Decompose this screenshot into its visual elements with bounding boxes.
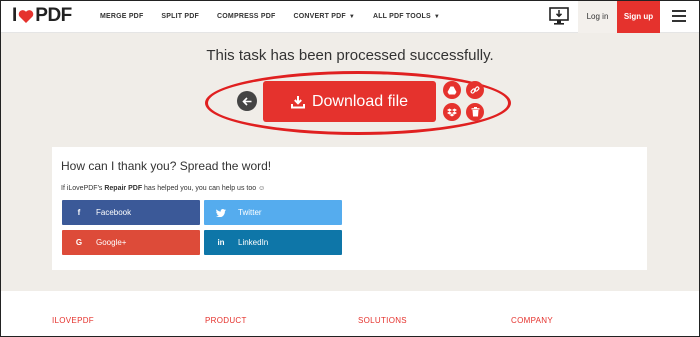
linkedin-label: LinkedIn [238,238,269,247]
facebook-share-button[interactable]: f Facebook [62,200,200,225]
linkedin-icon: in [217,238,225,247]
nav-convert-pdf-label: CONVERT PDF [293,13,346,20]
google-plus-label: Google+ [96,238,127,247]
download-file-label: Download file [311,92,409,110]
heart-icon [19,9,34,23]
link-icon [470,86,480,94]
top-header: I PDF MERGE PDF SPLIT PDF COMPRESS PDF C… [0,0,700,33]
footer-heading-ilovepdf[interactable]: ILOVEPDF [52,316,94,325]
twitter-label: Twitter [238,208,262,217]
delete-file-button[interactable] [466,103,484,121]
chevron-down-icon: ▼ [348,13,355,20]
share-subtitle-pre: If iLovePDF's [61,185,105,192]
facebook-label: Facebook [96,208,132,217]
nav-split-pdf-label: SPLIT PDF [161,13,200,20]
ilovepdf-logo[interactable]: I PDF [12,6,72,26]
nav-all-pdf-tools[interactable]: ALL PDF TOOLS ▼ [373,13,440,20]
nav-merge-pdf-label: MERGE PDF [100,13,144,20]
trash-icon [471,107,479,117]
share-link-button[interactable] [466,81,484,99]
desktop-download-icon[interactable] [549,7,569,25]
footer-heading-product[interactable]: PRODUCT [205,316,247,325]
google-plus-share-button[interactable]: G Google+ [62,230,200,255]
google-drive-icon [447,86,457,94]
download-file-button[interactable]: Download file [263,81,436,122]
login-button[interactable]: Log in [578,0,617,33]
share-subtitle-tool: Repair PDF [104,185,143,192]
main-nav: MERGE PDF SPLIT PDF COMPRESS PDF CONVERT… [100,0,458,33]
site-footer: ILOVEPDF PRODUCT SOLUTIONS COMPANY [0,291,700,337]
share-subtitle-post: has helped you, you can help us too ☺ [142,185,266,192]
facebook-icon: f [77,208,81,217]
twitter-icon [204,208,238,217]
share-title: How can I thank you? Spread the word! [61,159,272,173]
twitter-share-button[interactable]: Twitter [204,200,342,225]
download-icon [290,95,305,108]
back-button[interactable] [237,91,257,111]
share-subtitle: If iLovePDF's Repair PDF has helped you,… [61,185,265,192]
nav-merge-pdf[interactable]: MERGE PDF [100,13,143,20]
hamburger-menu-icon[interactable] [672,10,686,22]
linkedin-share-button[interactable]: in LinkedIn [204,230,342,255]
nav-all-pdf-tools-label: ALL PDF TOOLS [372,13,431,20]
success-message: This task has been processed successfull… [206,47,494,64]
dropbox-icon [447,108,457,116]
footer-heading-company[interactable]: COMPANY [511,316,553,325]
logo-letters-pdf: PDF [35,5,72,26]
chevron-down-icon: ▼ [433,13,441,20]
nav-compress-pdf[interactable]: COMPRESS PDF [217,13,275,20]
signup-button[interactable]: Sign up [617,0,660,33]
google-drive-button[interactable] [443,81,461,99]
dropbox-button[interactable] [443,103,461,121]
nav-convert-pdf[interactable]: CONVERT PDF ▼ [293,13,355,20]
share-card: How can I thank you? Spread the word! If… [52,147,647,270]
footer-heading-solutions[interactable]: SOLUTIONS [358,316,407,325]
nav-compress-pdf-label: COMPRESS PDF [217,13,276,20]
arrow-left-icon [241,96,251,106]
logo-letter-i: I [12,5,18,26]
google-icon: G [75,238,83,247]
nav-split-pdf[interactable]: SPLIT PDF [161,13,199,20]
